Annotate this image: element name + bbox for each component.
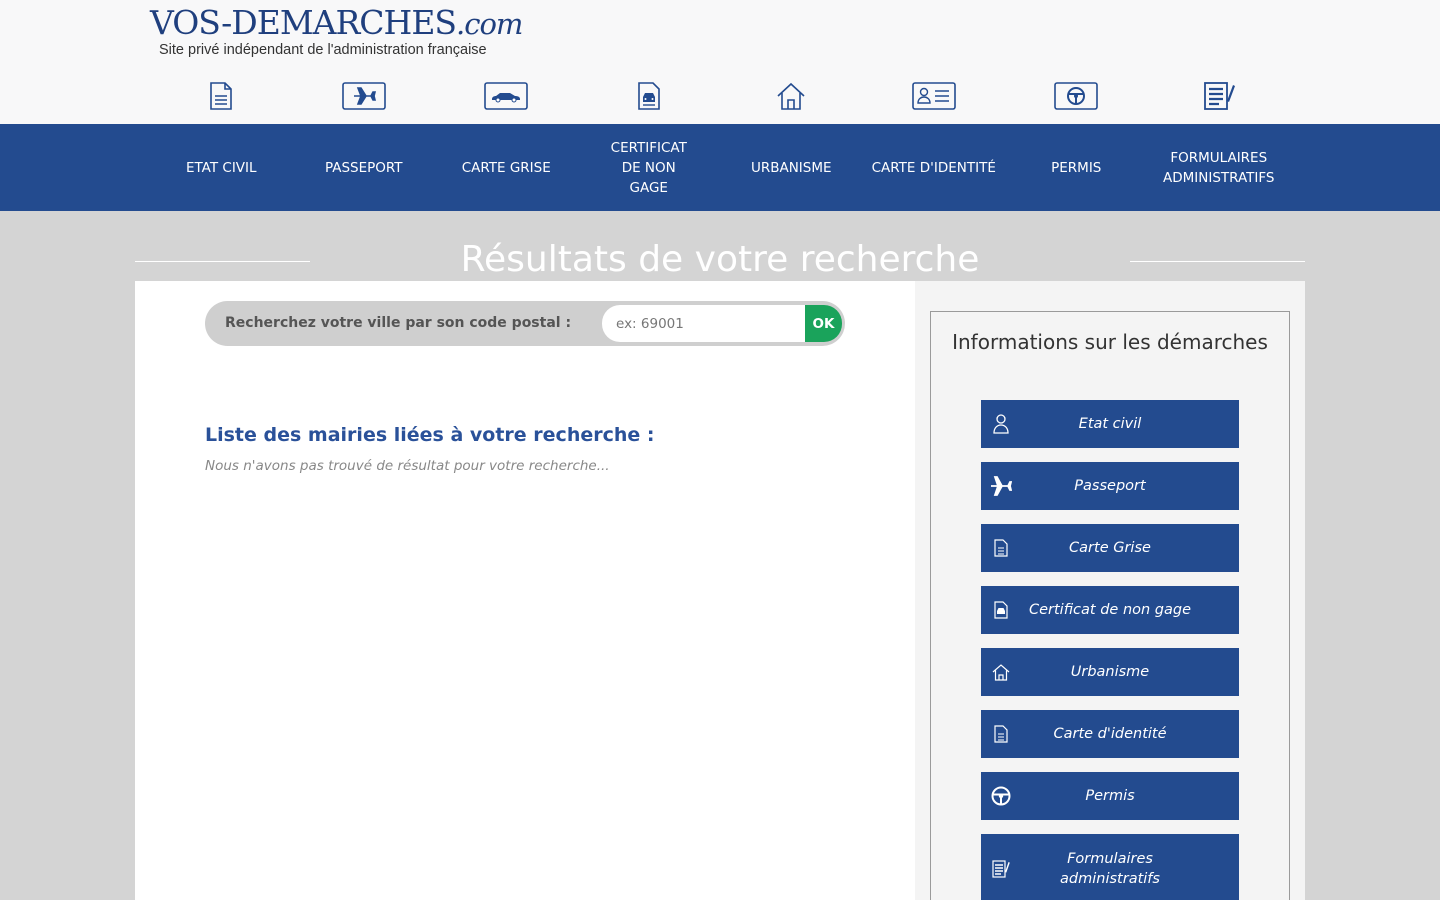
nav-item-certificat-non-gage[interactable]: CERTIFICAT DE NON GAGE bbox=[578, 124, 721, 211]
sidebar-item-label: Carte d'identité bbox=[1053, 726, 1167, 742]
non-gage-icon-link[interactable] bbox=[578, 76, 721, 116]
site-header: VOS-DEMARCHES.com Site privé indépendant… bbox=[0, 0, 1440, 124]
logo-tld: .com bbox=[456, 7, 523, 41]
house-icon bbox=[990, 661, 1012, 683]
formulaires-icon-link[interactable] bbox=[1148, 76, 1291, 116]
nav-item-passeport[interactable]: PASSEPORT bbox=[293, 124, 436, 211]
sidebar-item-label: Urbanisme bbox=[1070, 664, 1150, 680]
search-label: Recherchez votre ville par son code post… bbox=[225, 315, 572, 331]
urbanisme-icon-link[interactable] bbox=[720, 76, 863, 116]
sidebar-item-label: Certificat de non gage bbox=[1028, 602, 1192, 618]
document-icon bbox=[990, 537, 1012, 559]
id-card-icon bbox=[911, 82, 956, 110]
document-icon bbox=[210, 82, 233, 110]
sidebar-item-label: Carte Grise bbox=[1069, 540, 1151, 556]
sidebar-item-permis[interactable]: Permis bbox=[981, 772, 1239, 820]
nav-item-permis[interactable]: PERMIS bbox=[1005, 124, 1148, 211]
forms-icon bbox=[990, 858, 1012, 880]
sidebar-item-passeport[interactable]: Passeport bbox=[981, 462, 1239, 510]
logo-wordmark: VOS-DEMARCHES.com bbox=[150, 3, 523, 43]
sidebar-item-label: Permis bbox=[1085, 788, 1135, 804]
sidebar-title: Informations sur les démarches bbox=[952, 330, 1268, 354]
sidebar-item-carte-identite[interactable]: Carte d'identité bbox=[981, 710, 1239, 758]
house-icon bbox=[777, 82, 805, 110]
sidebar-item-label: Formulaires administratifs bbox=[1060, 851, 1160, 887]
steering-wheel-icon bbox=[990, 785, 1012, 807]
logo-tagline: Site privé indépendant de l'administrati… bbox=[159, 42, 487, 58]
sidebar-item-formulaires[interactable]: Formulaires administratifs bbox=[981, 834, 1239, 900]
sidebar-item-label: Etat civil bbox=[1078, 416, 1142, 432]
car-icon bbox=[484, 82, 529, 110]
nav-item-carte-grise[interactable]: CARTE GRISE bbox=[435, 124, 578, 211]
forms-icon bbox=[1203, 82, 1235, 110]
page-title: Résultats de votre recherche bbox=[460, 239, 980, 280]
search-ok-button[interactable]: OK bbox=[805, 305, 842, 342]
sidebar: Informations sur les démarches Etat civi… bbox=[915, 281, 1305, 900]
document-icon bbox=[990, 723, 1012, 745]
etat-civil-icon-link[interactable] bbox=[150, 76, 293, 116]
sidebar-item-label: Passeport bbox=[1074, 478, 1146, 494]
sidebar-item-certificat-non-gage[interactable]: Certificat de non gage bbox=[981, 586, 1239, 634]
vehicle-document-icon bbox=[637, 82, 660, 110]
results-heading: Liste des mairies liées à votre recherch… bbox=[205, 424, 655, 446]
carte-grise-icon-link[interactable] bbox=[435, 76, 578, 116]
main-content: Recherchez votre ville par son code post… bbox=[135, 281, 915, 900]
steering-wheel-icon bbox=[1054, 82, 1099, 110]
permis-icon-link[interactable] bbox=[1005, 76, 1148, 116]
vehicle-document-icon bbox=[990, 599, 1012, 621]
passeport-icon-link[interactable] bbox=[293, 76, 436, 116]
sidebar-item-carte-grise[interactable]: Carte Grise bbox=[981, 524, 1239, 572]
nav-item-urbanisme[interactable]: URBANISME bbox=[720, 124, 863, 211]
site-logo[interactable]: VOS-DEMARCHES.com Site privé indépendant… bbox=[150, 3, 523, 59]
postal-code-search: Recherchez votre ville par son code post… bbox=[205, 301, 845, 346]
person-icon bbox=[990, 413, 1012, 435]
airplane-icon bbox=[990, 475, 1012, 497]
info-demarches-box: Informations sur les démarches Etat civi… bbox=[930, 311, 1290, 900]
logo-brand: VOS-DEMARCHES bbox=[150, 3, 457, 42]
nav-item-carte-identite[interactable]: CARTE D'IDENTITÉ bbox=[863, 124, 1006, 211]
no-results-message: Nous n'avons pas trouvé de résultat pour… bbox=[205, 458, 610, 474]
nav-item-etat-civil[interactable]: ETAT CIVIL bbox=[150, 124, 293, 211]
carte-identite-icon-link[interactable] bbox=[863, 76, 1006, 116]
category-icon-row bbox=[150, 76, 1290, 116]
postal-code-input[interactable] bbox=[602, 305, 805, 342]
airplane-icon bbox=[341, 82, 386, 110]
main-navigation: ETAT CIVIL PASSEPORT CARTE GRISE CERTIFI… bbox=[0, 124, 1440, 211]
nav-item-formulaires[interactable]: FORMULAIRES ADMINISTRATIFS bbox=[1148, 124, 1291, 211]
sidebar-item-urbanisme[interactable]: Urbanisme bbox=[981, 648, 1239, 696]
sidebar-item-etat-civil[interactable]: Etat civil bbox=[981, 400, 1239, 448]
